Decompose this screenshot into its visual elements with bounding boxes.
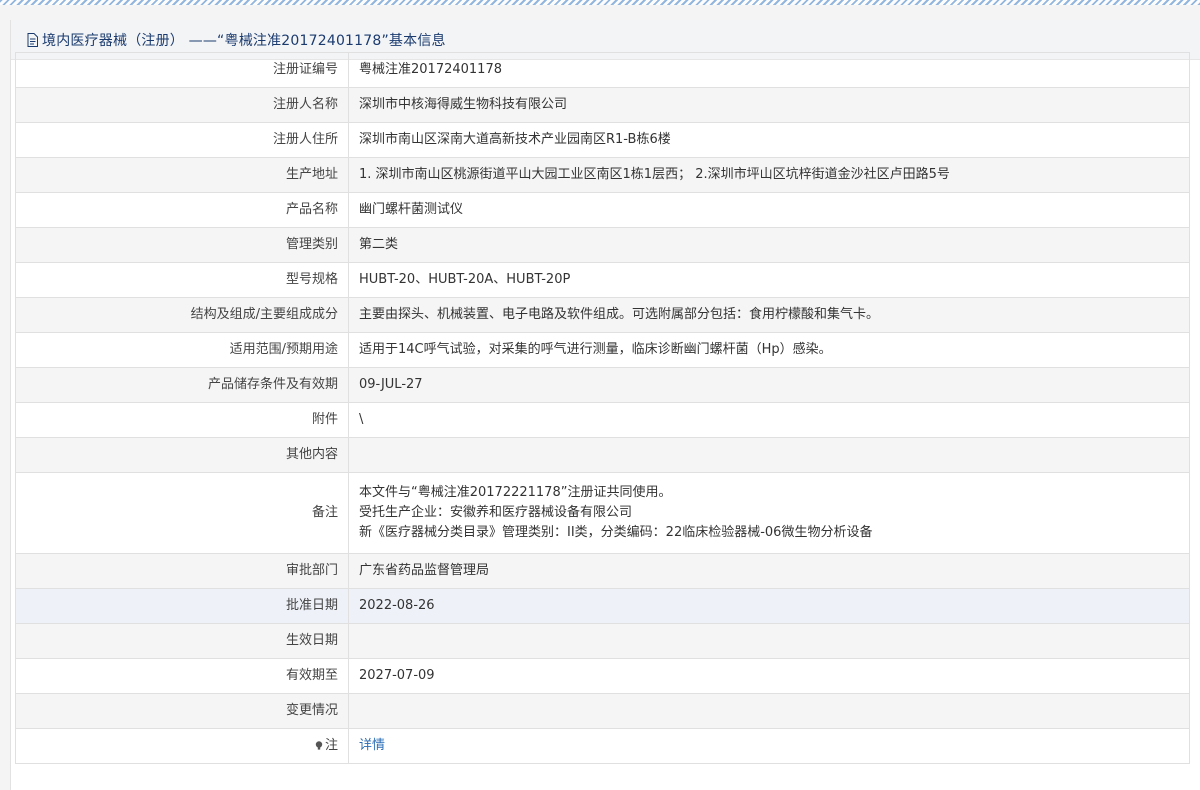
row-label: 适用范围/预期用途 xyxy=(15,332,349,368)
table-row: 有效期至 2027-07-09 xyxy=(15,658,1190,694)
row-label: 备注 xyxy=(15,472,349,554)
row-value: 详情 xyxy=(348,728,1190,764)
row-value: 广东省药品监督管理局 xyxy=(348,553,1190,589)
lightbulb-icon xyxy=(315,741,323,750)
row-label: 产品名称 xyxy=(15,192,349,228)
table-row: 变更情况 xyxy=(15,693,1190,729)
table-row: 产品名称 幽门螺杆菌测试仪 xyxy=(15,192,1190,228)
row-label: 产品储存条件及有效期 xyxy=(15,367,349,403)
info-table: 注册证编号 粤械注准20172401178 注册人名称 深圳市中核海得威生物科技… xyxy=(15,52,1190,764)
details-link[interactable]: 详情 xyxy=(359,738,385,753)
table-row: 附件 \ xyxy=(15,402,1190,438)
table-row: 适用范围/预期用途 适用于14C呼气试验，对采集的呼气进行测量，临床诊断幽门螺杆… xyxy=(15,332,1190,368)
row-label: 审批部门 xyxy=(15,553,349,589)
footnote-label-cell: 注 xyxy=(15,728,349,764)
remark-line: 本文件与“粤械注准20172221178”注册证共同使用。 xyxy=(359,485,672,500)
row-value xyxy=(348,693,1190,729)
page-title: 境内医疗器械（注册） ——“粤械注准20172401178”基本信息 xyxy=(42,32,446,49)
table-row: 结构及组成/主要组成成分 主要由探头、机械装置、电子电路及软件组成。可选附属部分… xyxy=(15,297,1190,333)
row-value: 2022-08-26 xyxy=(348,588,1190,624)
row-label: 型号规格 xyxy=(15,262,349,298)
table-row: 其他内容 xyxy=(15,437,1190,473)
row-label: 注册人住所 xyxy=(15,122,349,158)
row-label: 注册证编号 xyxy=(15,52,349,88)
row-label: 有效期至 xyxy=(15,658,349,694)
row-label: 生效日期 xyxy=(15,623,349,659)
row-value: 深圳市中核海得威生物科技有限公司 xyxy=(348,87,1190,123)
table-row: 注册证编号 粤械注准20172401178 xyxy=(15,52,1190,88)
row-value: 1. 深圳市南山区桃源街道平山大园工业区南区1栋1层西； 2.深圳市坪山区坑梓街… xyxy=(348,157,1190,193)
row-value-remark: 本文件与“粤械注准20172221178”注册证共同使用。 受托生产企业：安徽养… xyxy=(348,472,1190,554)
row-value: HUBT-20、HUBT-20A、HUBT-20P xyxy=(348,262,1190,298)
row-label: 生产地址 xyxy=(15,157,349,193)
row-label: 批准日期 xyxy=(15,588,349,624)
table-row-highlighted: 批准日期 2022-08-26 xyxy=(15,588,1190,624)
row-label: 结构及组成/主要组成成分 xyxy=(15,297,349,333)
table-row-footnote: 注 详情 xyxy=(15,728,1190,764)
row-label: 变更情况 xyxy=(15,693,349,729)
row-value: 适用于14C呼气试验，对采集的呼气进行测量，临床诊断幽门螺杆菌（Hp）感染。 xyxy=(348,332,1190,368)
table-row: 生效日期 xyxy=(15,623,1190,659)
footnote-label: 注 xyxy=(324,738,338,753)
row-label: 注册人名称 xyxy=(15,87,349,123)
row-value: 第二类 xyxy=(348,227,1190,263)
row-value: \ xyxy=(348,402,1190,438)
info-table-wrapper: 注册证编号 粤械注准20172401178 注册人名称 深圳市中核海得威生物科技… xyxy=(15,52,1190,764)
row-label: 附件 xyxy=(15,402,349,438)
table-row: 注册人住所 深圳市南山区深南大道高新技术产业园南区R1-B栋6楼 xyxy=(15,122,1190,158)
table-row: 产品储存条件及有效期 09-JUL-27 xyxy=(15,367,1190,403)
remark-line: 新《医疗器械分类目录》管理类别：II类，分类编码：22临床检验器械-06微生物分… xyxy=(359,525,873,540)
row-value xyxy=(348,623,1190,659)
row-value xyxy=(348,437,1190,473)
document-icon xyxy=(27,32,38,47)
table-row: 注册人名称 深圳市中核海得威生物科技有限公司 xyxy=(15,87,1190,123)
row-label: 其他内容 xyxy=(15,437,349,473)
table-row: 审批部门 广东省药品监督管理局 xyxy=(15,553,1190,589)
row-label: 管理类别 xyxy=(15,227,349,263)
row-value: 深圳市南山区深南大道高新技术产业园南区R1-B栋6楼 xyxy=(348,122,1190,158)
table-row-remark: 备注 本文件与“粤械注准20172221178”注册证共同使用。 受托生产企业：… xyxy=(15,472,1190,554)
row-value: 粤械注准20172401178 xyxy=(348,52,1190,88)
table-row: 型号规格 HUBT-20、HUBT-20A、HUBT-20P xyxy=(15,262,1190,298)
row-value: 09-JUL-27 xyxy=(348,367,1190,403)
table-row: 管理类别 第二类 xyxy=(15,227,1190,263)
row-value: 主要由探头、机械装置、电子电路及软件组成。可选附属部分包括：食用柠檬酸和集气卡。 xyxy=(348,297,1190,333)
row-value: 2027-07-09 xyxy=(348,658,1190,694)
row-value: 幽门螺杆菌测试仪 xyxy=(348,192,1190,228)
remark-line: 受托生产企业：安徽养和医疗器械设备有限公司 xyxy=(359,505,633,520)
top-decorative-strip xyxy=(0,0,1200,5)
table-row: 生产地址 1. 深圳市南山区桃源街道平山大园工业区南区1栋1层西； 2.深圳市坪… xyxy=(15,157,1190,193)
